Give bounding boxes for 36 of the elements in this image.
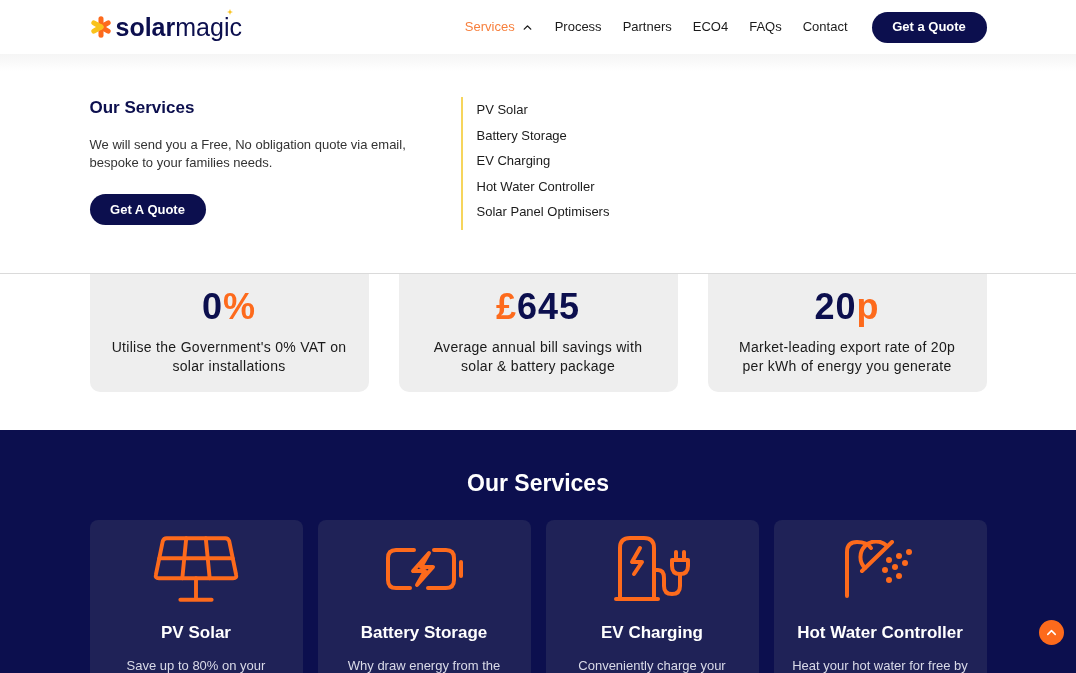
- menu-link[interactable]: PV Solar: [476, 97, 528, 123]
- menu-link[interactable]: Battery Storage: [476, 122, 567, 148]
- menu-link[interactable]: EV Charging: [476, 148, 551, 174]
- stat-value: 0%: [201, 287, 256, 327]
- service-title: Hot Water Controller: [797, 622, 963, 644]
- menu-link[interactable]: Solar Panel Optimisers: [476, 199, 610, 225]
- service-description: Save up to 80% on your: [126, 659, 266, 673]
- stat-description: Market-leading export rate of 20p per kWh of energy you generate: [737, 338, 957, 376]
- quote-button[interactable]: Get a Quote: [871, 11, 987, 43]
- stat-description: Utilise the Government's 0% VAT on solar installations: [110, 338, 348, 376]
- service-title: EV Charging: [601, 622, 703, 644]
- stat-value: £645: [495, 287, 581, 327]
- stat-value: 20p: [814, 287, 880, 327]
- nav-link[interactable]: Partners: [622, 17, 672, 37]
- menu-description: We will send you a Free, No obligation quote via email, bespoke to your families needs.: [89, 136, 407, 172]
- sparkle-icon: [226, 8, 233, 15]
- nav-link[interactable]: Process: [554, 17, 602, 37]
- service-title: Battery Storage: [360, 622, 488, 644]
- logo-wordmark: solarmagic: [115, 14, 242, 40]
- service-title: PV Solar: [161, 622, 231, 644]
- section-heading: Our Services: [467, 469, 609, 497]
- quote-button[interactable]: Get A Quote: [89, 194, 206, 225]
- ev-charger-icon: [614, 536, 690, 601]
- nav-link[interactable]: Contact: [802, 17, 848, 37]
- service-description: Heat your hot water for free by: [792, 659, 968, 673]
- battery-charging-icon: [385, 547, 463, 590]
- menu-heading: Our Services: [89, 97, 195, 119]
- menu-link[interactable]: Hot Water Controller: [476, 173, 595, 199]
- asterisk-logo-icon: [89, 16, 112, 38]
- nav-link[interactable]: ECO4: [692, 17, 729, 37]
- service-description: Why draw energy from the: [347, 659, 501, 673]
- service-description: Conveniently charge your: [578, 659, 726, 673]
- solar-panel-icon: [153, 535, 239, 602]
- stat-description: Average annual bill savings with solar & battery package: [432, 338, 644, 376]
- nav-link[interactable]: FAQs: [749, 17, 782, 37]
- shower-icon: [845, 539, 915, 598]
